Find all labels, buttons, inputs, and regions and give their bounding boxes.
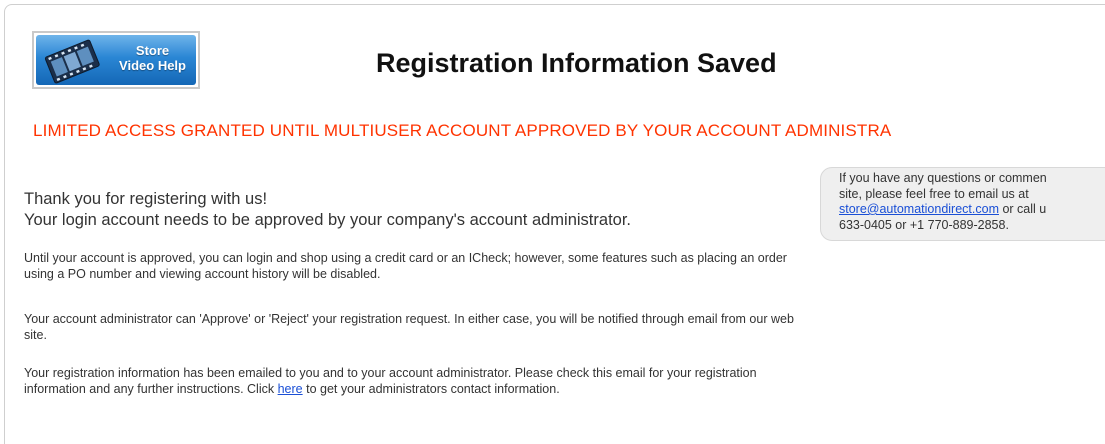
limited-features-paragraph: Until your account is approved, you can … (24, 251, 787, 281)
contact-line-2: site, please feel free to email us at (839, 186, 1029, 201)
thank-you-line-2: Your login account needs to be approved … (24, 211, 631, 229)
contact-line-4: 633-0405 or +1 770-889-2858. (839, 217, 1009, 232)
limited-access-banner: LIMITED ACCESS GRANTED UNTIL MULTIUSER A… (33, 121, 892, 140)
video-help-graphic: Store Video Help (36, 35, 196, 85)
emailed-info-paragraph: Your registration information has been e… (24, 366, 814, 397)
video-help-label-line2: Video Help (119, 58, 186, 73)
emailed-info-text-end: to get your administrators contact infor… (302, 381, 560, 396)
contact-email-link[interactable]: store@automationdirect.com (839, 202, 999, 216)
approval-paragraph: Your account administrator can 'Approve'… (24, 312, 794, 342)
store-video-help-button[interactable]: Store Video Help (32, 31, 200, 89)
administrator-contact-link[interactable]: here (278, 382, 303, 396)
video-help-label: Store Video Help (119, 43, 186, 73)
contact-line-3-suffix: or call u (998, 202, 1047, 216)
thank-you-line-1: Thank you for registering with us! (24, 190, 268, 208)
contact-line-1: If you have any questions or commen (839, 171, 1047, 185)
page-title: Registration Information Saved (376, 48, 777, 78)
thank-you-message: Thank you for registering with us! Your … (24, 189, 631, 231)
contact-info-box: If you have any questions or commen site… (820, 167, 1105, 241)
video-help-label-line1: Store (135, 43, 170, 58)
contact-line-3: store@automationdirect.com or call u (839, 202, 1105, 218)
film-strip-icon (44, 39, 100, 84)
